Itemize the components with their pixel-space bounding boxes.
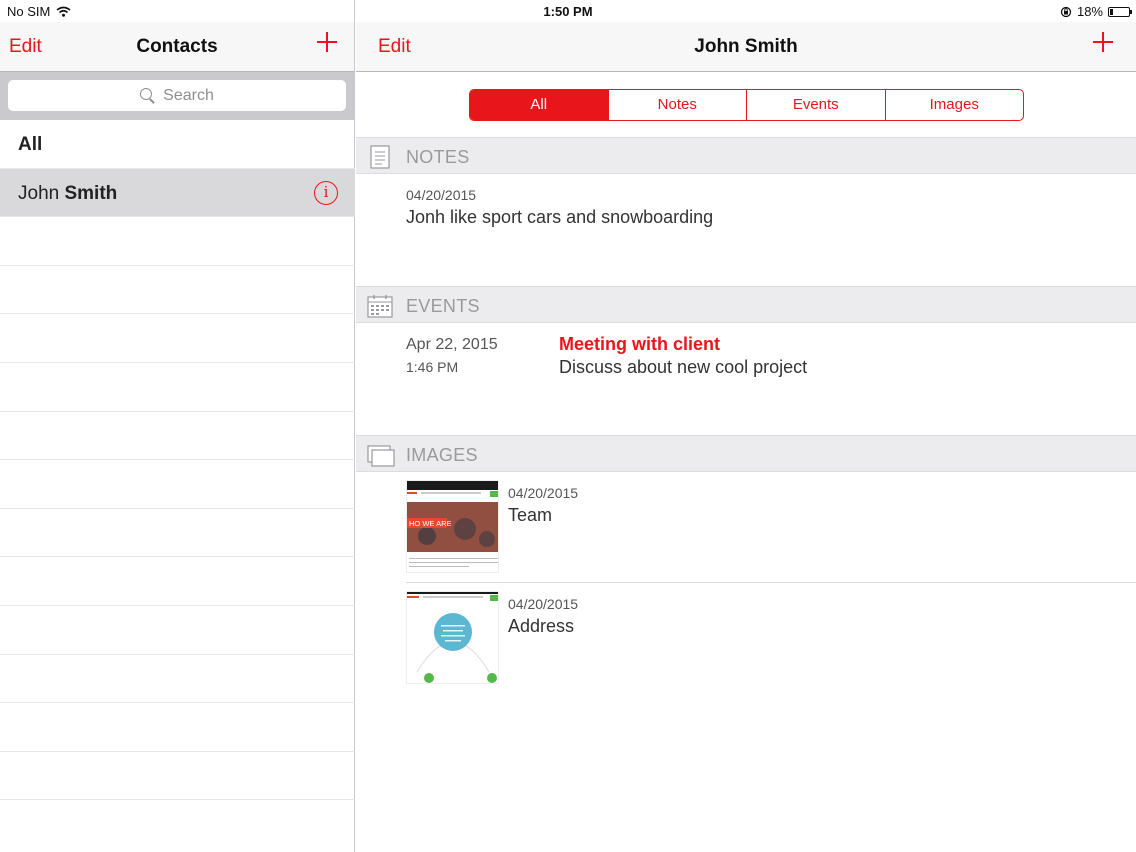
note-date: 04/20/2015 (406, 187, 477, 203)
detail-navbar: Edit John Smith (356, 22, 1136, 72)
contacts-list-item-john-smith[interactable]: John Smith i (0, 168, 355, 218)
add-item-icon[interactable] (1092, 31, 1114, 53)
list-item-label: All (18, 134, 43, 155)
segment-events[interactable]: Events (747, 90, 886, 120)
images-icon (367, 445, 395, 467)
contact-first-name: John (18, 182, 65, 204)
calendar-icon (367, 295, 393, 318)
empty-row (0, 752, 355, 801)
empty-row (0, 509, 355, 558)
search-bar: Search (0, 72, 355, 120)
battery-percent: 18% (1076, 4, 1103, 19)
image-date: 04/20/2015 (508, 596, 579, 612)
image-thumbnail-team[interactable]: HO WE ARE (406, 480, 499, 573)
contacts-navbar: Edit Contacts (0, 22, 354, 72)
notes-section-title: NOTES (406, 147, 470, 167)
address-thumbnail-graphic (407, 592, 498, 683)
empty-row (0, 266, 355, 315)
event-description: Discuss about new cool project (559, 357, 808, 377)
add-contact-icon[interactable] (316, 31, 338, 53)
notes-icon (370, 145, 390, 169)
notes-section-header: NOTES (356, 137, 1136, 174)
empty-row (0, 314, 355, 363)
status-left: No SIM (7, 4, 71, 19)
contact-last-name: Smith (64, 182, 118, 204)
event-time: 1:46 PM (406, 359, 459, 375)
empty-row (0, 655, 355, 704)
status-right: 18% (1060, 4, 1132, 19)
rotation-lock-icon (1060, 6, 1072, 17)
contacts-title: Contacts (136, 36, 218, 57)
image-thumbnail-address[interactable] (406, 591, 499, 684)
event-date: Apr 22, 2015 (406, 336, 498, 353)
search-icon (140, 88, 155, 103)
empty-row (0, 217, 355, 266)
contacts-list-item-all[interactable]: All (0, 120, 355, 169)
status-time: 1:50 PM (543, 4, 593, 19)
carrier-label: No SIM (7, 4, 51, 19)
detail-edit-button[interactable]: Edit (378, 36, 411, 58)
battery-fill (1110, 8, 1113, 15)
empty-row (0, 412, 355, 461)
contacts-pane: Edit Contacts Search All John Smith i (0, 0, 355, 852)
search-input[interactable]: Search (8, 80, 346, 111)
app-screen: Edit Contacts Search All John Smith i Ed… (0, 0, 1136, 852)
search-placeholder: Search (163, 86, 214, 104)
events-section-header: EVENTS (356, 286, 1136, 323)
empty-row (0, 363, 355, 412)
info-icon[interactable]: i (314, 180, 338, 205)
filter-segmented-control: All Notes Events Images (469, 89, 1024, 121)
contacts-edit-button[interactable]: Edit (9, 36, 42, 58)
image-title[interactable]: Team (508, 505, 552, 526)
wifi-icon (56, 6, 71, 17)
status-bar: 1:50 PM No SIM 18% (0, 0, 1136, 22)
empty-row (0, 606, 355, 655)
event-title[interactable]: Meeting with client (559, 334, 720, 355)
images-section-header: IMAGES (356, 435, 1136, 472)
battery-icon (1108, 6, 1132, 17)
empty-row (0, 703, 355, 752)
image-title[interactable]: Address (508, 616, 574, 637)
images-section-title: IMAGES (406, 445, 478, 465)
note-text[interactable]: Jonh like sport cars and snowboarding (406, 207, 713, 228)
detail-title: John Smith (694, 36, 798, 57)
empty-row (0, 557, 355, 606)
thumbnail-caption: HO WE ARE (409, 519, 452, 528)
list-item-label: John Smith (18, 183, 117, 205)
segment-images[interactable]: Images (886, 90, 1024, 120)
image-separator (406, 582, 1136, 583)
events-section-title: EVENTS (406, 296, 480, 316)
empty-row (0, 460, 355, 509)
contacts-list: All John Smith i (0, 120, 355, 801)
segment-all[interactable]: All (470, 90, 609, 120)
team-thumbnail-graphic: HO WE ARE (407, 481, 498, 567)
detail-pane: Edit John Smith All Notes Events Images … (356, 0, 1136, 852)
segment-notes[interactable]: Notes (609, 90, 747, 120)
image-date: 04/20/2015 (508, 485, 579, 501)
